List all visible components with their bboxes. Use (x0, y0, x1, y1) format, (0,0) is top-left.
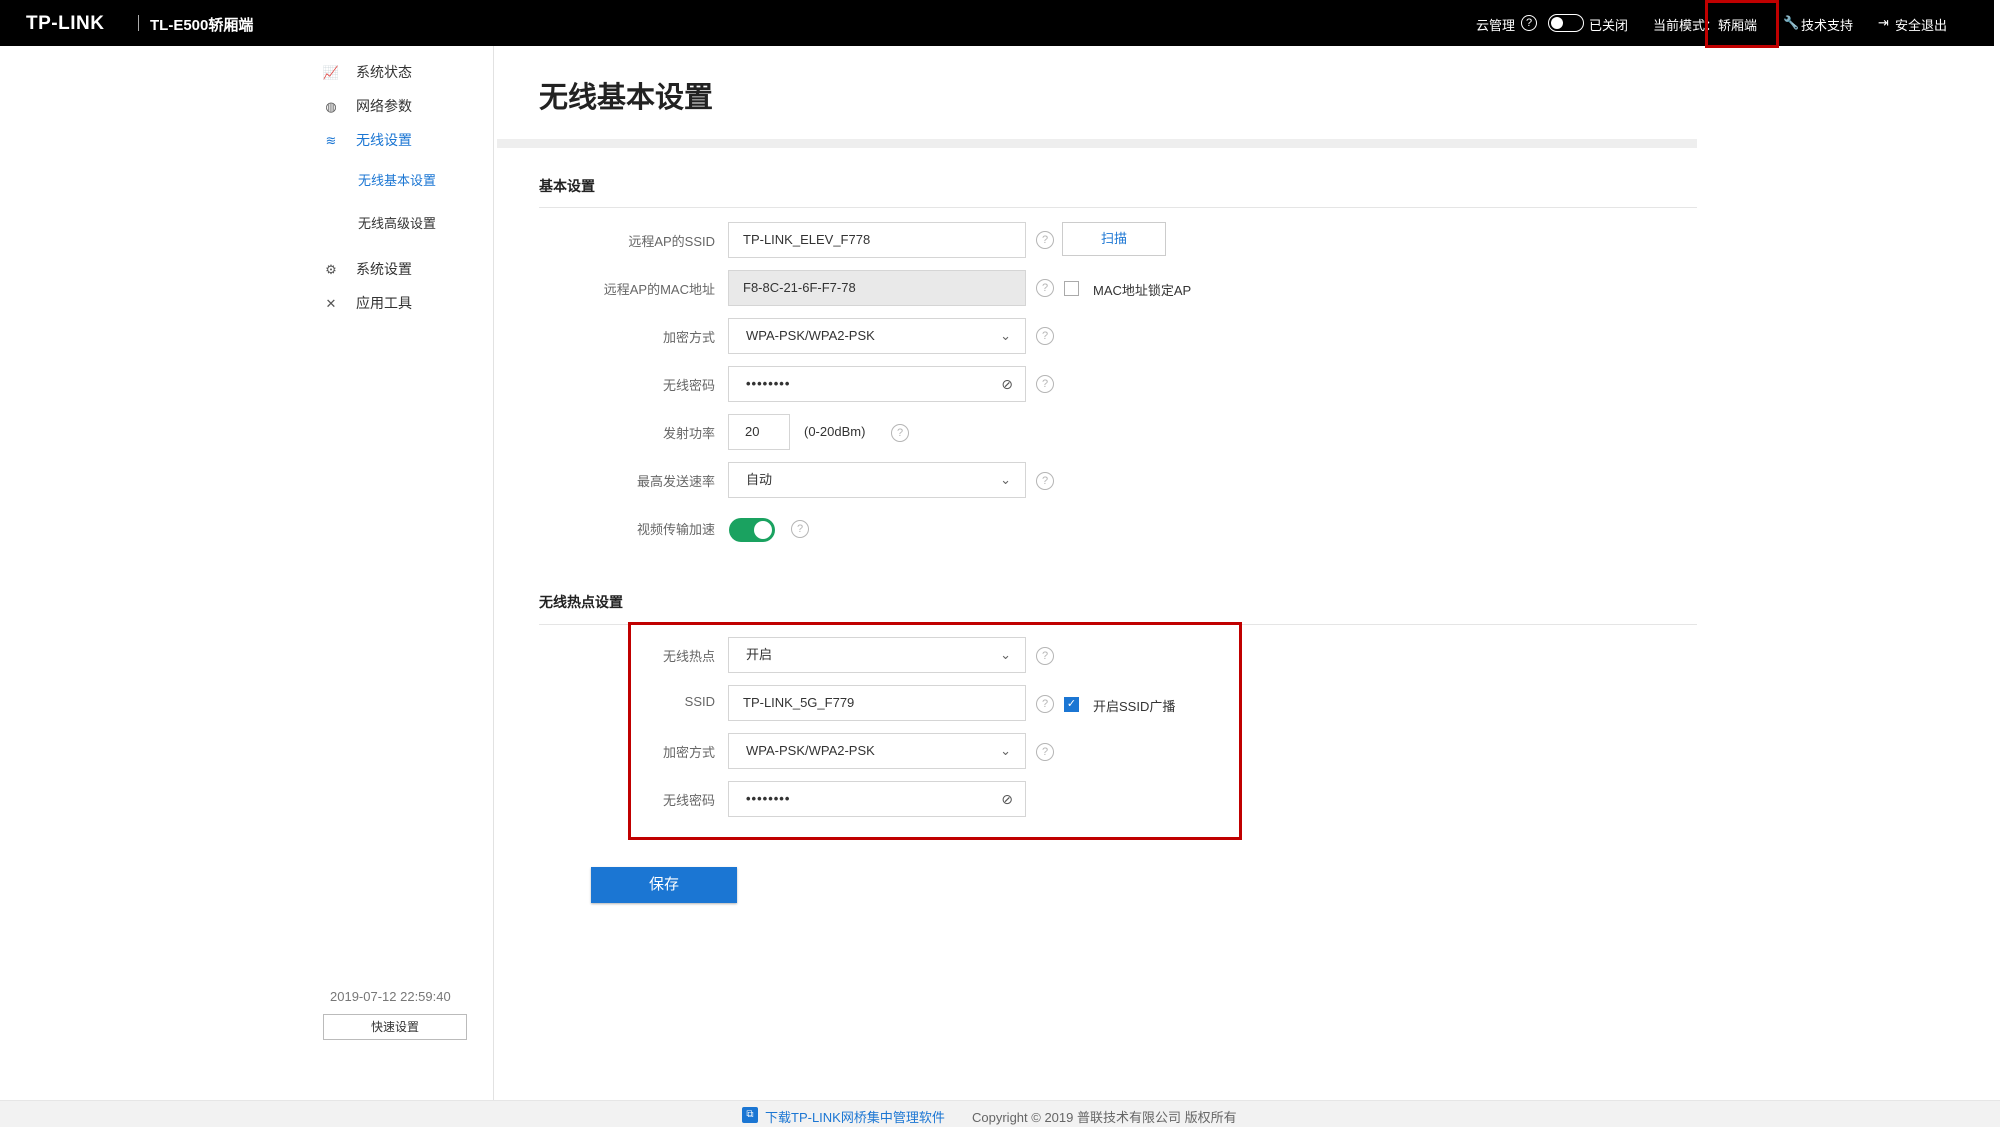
remote-ssid-label: 远程AP的SSID (628, 234, 715, 249)
logo-divider (138, 15, 139, 31)
help-icon[interactable]: ? (1036, 472, 1054, 490)
remote-mac-label: 远程AP的MAC地址 (603, 282, 715, 297)
logout-link[interactable]: 安全退出 (1895, 15, 1947, 34)
globe-icon: ◍ (325, 99, 337, 114)
cloud-manage-label: 云管理 (1476, 18, 1516, 33)
power-input[interactable]: 20 (728, 414, 790, 450)
device-model: TL-E500轿厢端 (150, 17, 254, 34)
password-input[interactable]: •••••••• ⊘ (728, 366, 1026, 402)
download-software-link[interactable]: 下载TP-LINK网桥集中管理软件 (765, 1107, 945, 1126)
cloud-toggle[interactable] (1548, 14, 1584, 32)
help-icon[interactable]: ? (891, 424, 909, 442)
hotspot-section-title: 无线热点设置 (539, 594, 623, 610)
copyright-text: Copyright © 2019 普联技术有限公司 版权所有 (972, 1110, 1237, 1125)
wrench-icon: 🔧 (1783, 15, 1800, 30)
sidebar-item-network[interactable]: ◍ 网络参数 (322, 96, 412, 116)
password-value: •••••••• (746, 376, 791, 391)
video-accel-label: 视频传输加速 (636, 522, 715, 537)
toggle-knob (754, 521, 772, 539)
sidebar-item-system-settings[interactable]: ⚙ 系统设置 (322, 259, 412, 279)
eye-hidden-icon[interactable]: ⊘ (1001, 367, 1013, 401)
scan-button[interactable]: 扫描 (1062, 222, 1166, 256)
sidebar-item-system-status[interactable]: 📈 系统状态 (322, 62, 412, 82)
mac-lock-label: MAC地址锁定AP (1093, 283, 1192, 298)
sidebar-subitem-wireless-advanced[interactable]: 无线高级设置 (358, 213, 436, 232)
page-title: 无线基本设置 (539, 82, 714, 114)
footer: ⧉ 下载TP-LINK网桥集中管理软件 Copyright © 2019 普联技… (0, 1100, 2000, 1127)
title-divider (497, 139, 1697, 148)
remote-mac-input: F8-8C-21-6F-F7-78 (728, 270, 1026, 306)
rate-select[interactable]: 自动 ⌄ (728, 462, 1026, 498)
sidebar (0, 46, 494, 1100)
logout-icon: ⇥ (1878, 15, 1889, 30)
sidebar-item-label: 无线设置 (356, 132, 412, 148)
quick-setup-button[interactable]: 快速设置 (323, 1014, 467, 1040)
system-datetime: 2019-07-12 22:59:40 (330, 989, 451, 1004)
sidebar-item-wireless[interactable]: ≋ 无线设置 (322, 130, 412, 150)
top-bar: TP-LINK TL-E500轿厢端 云管理 ? 已关闭 当前模式： 轿厢端 🔧… (0, 0, 1994, 46)
remote-ssid-input[interactable]: TP-LINK_ELEV_F778 (728, 222, 1026, 258)
network-manager-icon: ⧉ (742, 1107, 758, 1123)
encryption-value: WPA-PSK/WPA2-PSK (746, 328, 875, 343)
rate-value: 自动 (746, 472, 773, 487)
chevron-down-icon: ⌄ (1000, 328, 1011, 343)
wifi-icon: ≋ (325, 133, 337, 148)
save-button[interactable]: 保存 (591, 867, 737, 903)
mode-highlight-box (1705, 0, 1779, 48)
sidebar-item-label: 网络参数 (356, 98, 412, 114)
toggle-knob (1551, 17, 1563, 29)
cloud-help-icon[interactable]: ? (1521, 14, 1537, 31)
tech-support-link[interactable]: 技术支持 (1801, 15, 1853, 34)
encryption-select[interactable]: WPA-PSK/WPA2-PSK ⌄ (728, 318, 1026, 354)
tools-icon: ✕ (325, 296, 337, 311)
password-label: 无线密码 (662, 378, 715, 393)
help-icon[interactable]: ? (1036, 279, 1054, 297)
power-label: 发射功率 (662, 426, 715, 441)
hotspot-highlight-box (628, 622, 1242, 840)
encryption-label: 加密方式 (662, 330, 715, 345)
power-unit: (0-20dBm) (804, 424, 866, 439)
sidebar-item-label: 系统状态 (356, 64, 412, 80)
section-divider (539, 207, 1697, 208)
help-icon[interactable]: ? (1036, 231, 1054, 249)
chevron-down-icon: ⌄ (1000, 472, 1011, 487)
gear-icon: ⚙ (325, 262, 337, 277)
sidebar-subitem-wireless-basic[interactable]: 无线基本设置 (358, 170, 436, 189)
mac-lock-checkbox[interactable] (1064, 281, 1079, 296)
cloud-status: 已关闭 (1589, 18, 1629, 33)
sidebar-item-tools[interactable]: ✕ 应用工具 (322, 293, 412, 313)
help-icon[interactable]: ? (1036, 375, 1054, 393)
brand-logo: TP-LINK (26, 13, 105, 34)
video-accel-toggle[interactable] (729, 518, 775, 542)
help-icon[interactable]: ? (791, 520, 809, 538)
sidebar-item-label: 应用工具 (356, 295, 412, 311)
rate-label: 最高发送速率 (636, 474, 715, 489)
chart-icon: 📈 (322, 65, 340, 80)
help-icon[interactable]: ? (1036, 327, 1054, 345)
sidebar-item-label: 系统设置 (356, 261, 412, 277)
basic-section-title: 基本设置 (539, 178, 595, 194)
